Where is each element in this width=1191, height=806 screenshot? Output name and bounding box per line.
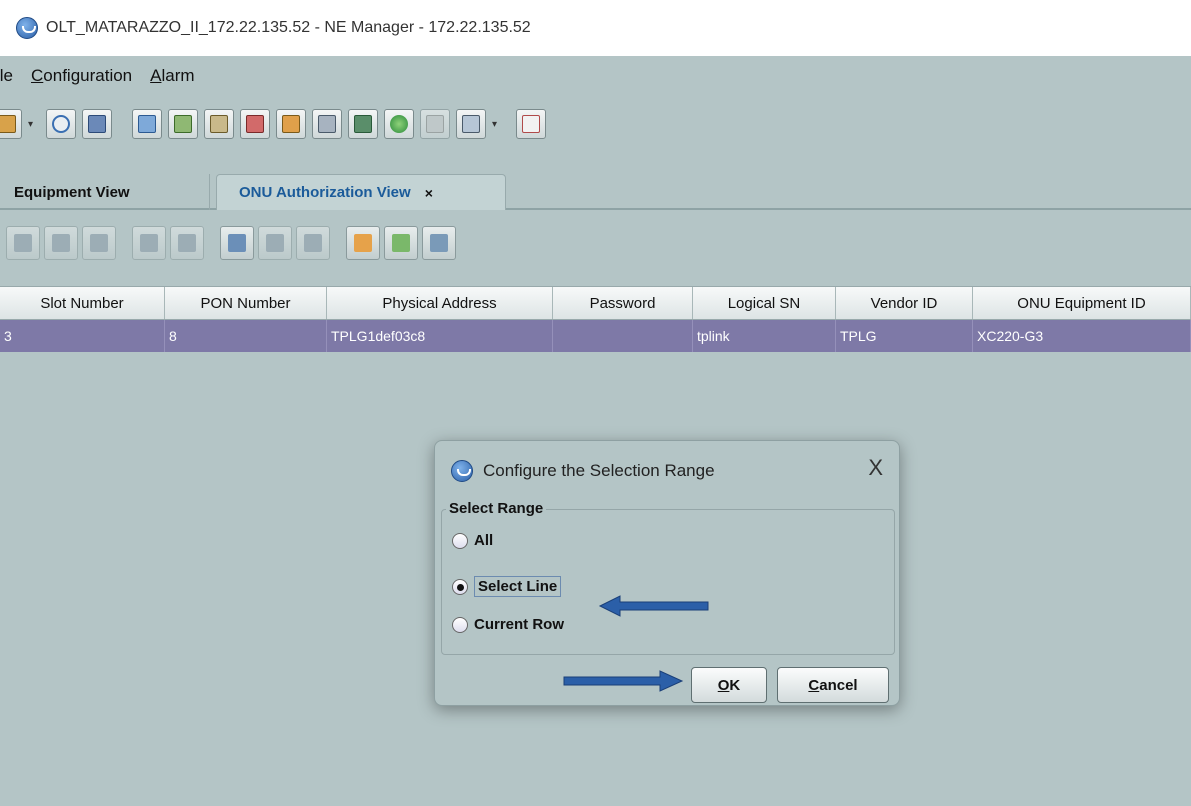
authorize-icon[interactable] <box>384 226 418 260</box>
ok-button[interactable]: OK <box>691 667 767 703</box>
cell-password <box>553 320 693 352</box>
radio-option-current-row[interactable]: Current Row <box>452 616 564 633</box>
print-config-icon[interactable] <box>168 109 198 139</box>
radio-button[interactable] <box>452 616 468 633</box>
radio-option-all[interactable]: All <box>452 532 493 549</box>
column-header[interactable]: Slot Number <box>0 287 165 319</box>
radio-label: Select Line <box>474 576 562 597</box>
close-icon[interactable]: X <box>868 457 883 479</box>
select-hand-icon[interactable] <box>346 226 380 260</box>
cell-slot-number: 3 <box>0 320 165 352</box>
select-range-group: Select Range All Select Line Current Row <box>441 500 895 655</box>
menu-configuration[interactable]: Configuration <box>31 66 132 86</box>
print-icon[interactable] <box>422 226 456 260</box>
refresh-icon[interactable] <box>220 226 254 260</box>
print-delete-icon[interactable] <box>240 109 270 139</box>
menu-bar: ile Configuration Alarm <box>0 56 1191 96</box>
table-row[interactable]: 3 8 TPLG1def03c8 tplink TPLG XC220-G3 <box>0 320 1191 352</box>
radio-button[interactable] <box>452 532 468 549</box>
stats-icon[interactable] <box>204 109 234 139</box>
dropdown-arrow-icon[interactable]: ▾ <box>28 109 38 139</box>
cell-physical-address: TPLG1def03c8 <box>327 320 553 352</box>
app-logo-icon <box>16 17 38 39</box>
tab-onu-authorization-view[interactable]: ONU Authorization View × <box>216 174 506 210</box>
report-icon[interactable] <box>276 109 306 139</box>
cancel-button[interactable]: Cancel <box>777 667 889 703</box>
copy-icon <box>132 226 166 260</box>
close-icon[interactable]: × <box>425 185 433 201</box>
app-logo-icon <box>451 460 473 482</box>
document-icon[interactable] <box>348 109 378 139</box>
onu-table: Slot Number PON Number Physical Address … <box>0 286 1191 352</box>
selection-range-dialog: Configure the Selection Range X Select R… <box>434 440 900 706</box>
window-title: OLT_MATARAZZO_II_172.22.135.52 - NE Mana… <box>46 19 531 36</box>
menu-file[interactable]: ile <box>0 66 13 86</box>
onu-icon[interactable] <box>82 109 112 139</box>
delete-icon <box>44 226 78 260</box>
column-header[interactable]: Physical Address <box>327 287 553 319</box>
edit-icon[interactable] <box>132 109 162 139</box>
import-icon <box>296 226 330 260</box>
column-header[interactable]: ONU Equipment ID <box>973 287 1191 319</box>
column-header[interactable]: Logical SN <box>693 287 836 319</box>
server-icon[interactable] <box>312 109 342 139</box>
main-toolbar: ▾ ▾ <box>0 96 1191 152</box>
cell-onu-equipment-id: XC220-G3 <box>973 320 1191 352</box>
radio-label: Current Row <box>474 616 564 633</box>
timer-icon[interactable] <box>46 109 76 139</box>
view-toolbar <box>0 218 1191 268</box>
window-icon[interactable] <box>516 109 546 139</box>
device-icon[interactable] <box>0 109 22 139</box>
menu-alarm[interactable]: Alarm <box>150 66 194 86</box>
column-header[interactable]: PON Number <box>165 287 327 319</box>
list-settings-icon[interactable] <box>456 109 486 139</box>
dropdown-arrow-icon[interactable]: ▾ <box>492 109 502 139</box>
paste-icon <box>170 226 204 260</box>
radio-option-select-line[interactable]: Select Line <box>452 576 562 597</box>
monitor-icon <box>420 109 450 139</box>
tab-onu-label: ONU Authorization View <box>239 184 411 201</box>
tab-equipment-label: Equipment View <box>14 183 130 201</box>
column-header[interactable]: Password <box>553 287 693 319</box>
radio-button-checked[interactable] <box>452 578 468 595</box>
dialog-title: Configure the Selection Range <box>483 461 715 480</box>
tab-equipment-view[interactable]: Equipment View <box>0 174 210 210</box>
export-icon <box>258 226 292 260</box>
globe-icon[interactable] <box>384 109 414 139</box>
title-bar: OLT_MATARAZZO_II_172.22.135.52 - NE Mana… <box>0 0 1191 56</box>
cell-pon-number: 8 <box>165 320 327 352</box>
column-header[interactable]: Vendor ID <box>836 287 973 319</box>
table-header: Slot Number PON Number Physical Address … <box>0 286 1191 320</box>
add-icon <box>6 226 40 260</box>
annotation-arrow-right-icon <box>563 670 684 692</box>
group-label: Select Range <box>446 500 547 517</box>
annotation-arrow-left-icon <box>598 595 709 617</box>
modify-icon <box>82 226 116 260</box>
cell-logical-sn: tplink <box>693 320 836 352</box>
radio-label: All <box>474 532 494 549</box>
cell-vendor-id: TPLG <box>836 320 973 352</box>
dialog-title-bar: Configure the Selection Range <box>435 441 899 501</box>
tab-bar: Equipment View ONU Authorization View × <box>0 166 1191 210</box>
